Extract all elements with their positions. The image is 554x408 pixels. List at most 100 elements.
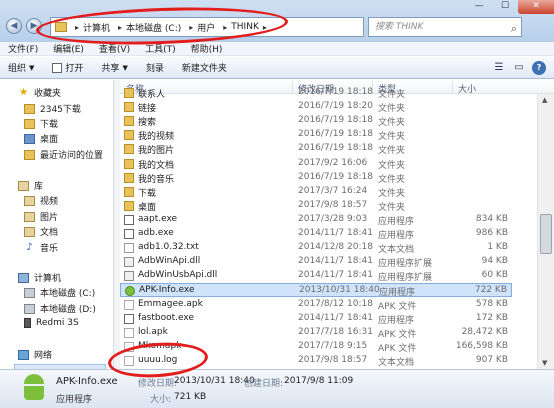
folder-icon	[55, 22, 67, 32]
file-date: 2016/7/19 18:18	[298, 87, 373, 97]
file-name: 链接	[138, 104, 157, 115]
menu-bar: 文件(F) 编辑(E) 查看(V) 工具(T) 帮助(H)	[0, 42, 554, 56]
open-button[interactable]: 打开	[52, 61, 83, 74]
file-row[interactable]: 联系人 2016/7/19 18:18 文件夹	[120, 86, 512, 100]
file-type: 应用程序	[378, 315, 415, 326]
share-button[interactable]: 共享 ▼	[101, 61, 128, 75]
file-row[interactable]: 链接 2016/7/19 18:20 文件夹	[120, 100, 512, 114]
file-date: 2016/7/19 18:18	[298, 115, 373, 126]
nav-item-recent-places[interactable]: 最近访问的位置	[24, 148, 103, 161]
file-row[interactable]: 下载 2017/3/7 16:24 文件夹	[120, 185, 512, 199]
nav-item-drive-c[interactable]: 本地磁盘 (C:)	[24, 286, 95, 299]
nav-libraries[interactable]: 库	[18, 179, 43, 192]
nav-item-desktop[interactable]: 桌面	[24, 132, 58, 145]
file-date: 2017/3/28 9:03	[298, 213, 368, 224]
file-list-scrollbar[interactable]: ▲ ▼	[537, 94, 554, 369]
nav-item-2345-downloads[interactable]: 2345下载	[24, 102, 81, 115]
file-row[interactable]: Emmagee.apk 2017/8/12 10:18 APK 文件 578 KB	[120, 298, 512, 312]
folder-icon	[124, 102, 134, 113]
file-row[interactable]: AdbWinUsbApi.dll 2014/11/7 18:41 应用程序扩展 60 …	[120, 269, 512, 283]
scroll-down-icon[interactable]: ▼	[542, 359, 547, 367]
dll-file-icon	[124, 271, 134, 282]
file-row[interactable]: 我的视频 2016/7/19 18:18 文件夹	[120, 128, 512, 142]
file-name: 我的图片	[138, 146, 175, 157]
nav-item-drive-d[interactable]: 本地磁盘 (D:)	[24, 302, 96, 315]
file-row[interactable]: adb.exe 2014/11/7 18:41 应用程序 986 KB	[120, 227, 512, 241]
maximize-button[interactable]: ☐	[492, 0, 518, 14]
title-bar: — ☐ ✕ ◀ ▶ ▸计算机 ▸本地磁盘 (C:) ▸用户 ▸THINK▸ ↻ …	[0, 0, 554, 42]
file-row[interactable]: adb1.0.32.txt 2014/12/8 20:18 文本文档 1 KB	[120, 241, 512, 255]
file-name: APK-Info.exe	[139, 285, 195, 296]
network-icon	[18, 349, 29, 360]
file-row[interactable]: AdbWinApi.dll 2014/11/7 18:41 应用程序扩展 94 KB	[120, 255, 512, 269]
application-icon	[124, 313, 134, 324]
file-size: 1 KB	[487, 242, 508, 253]
breadcrumb-think[interactable]: ▸ THINK ▸	[219, 22, 271, 32]
help-icon[interactable]: ?	[532, 61, 546, 75]
file-date: 2016/7/19 18:18	[298, 129, 373, 140]
file-row[interactable]: fastboot.exe 2014/11/7 18:41 应用程序 172 KB	[120, 312, 512, 326]
nav-item-videos[interactable]: 视频	[24, 194, 58, 207]
file-size: 60 KB	[481, 270, 508, 281]
nav-item-redmi[interactable]: Redmi 3S	[24, 318, 79, 328]
folder-icon	[124, 186, 134, 197]
nav-item-documents[interactable]: 文档	[24, 225, 58, 238]
address-bar[interactable]: ▸计算机 ▸本地磁盘 (C:) ▸用户 ▸THINK▸ ↻	[50, 17, 407, 37]
nav-item-downloads[interactable]: 下载	[24, 117, 58, 130]
breadcrumb-drive-c[interactable]: ▸ 本地磁盘 (C:)	[114, 21, 181, 34]
file-row[interactable]: 搜索 2016/7/19 18:18 文件夹	[120, 114, 512, 128]
forward-arrow-icon[interactable]: ▶	[26, 18, 42, 34]
file-name: 我的视频	[138, 132, 175, 143]
menu-edit[interactable]: 编辑(E)	[53, 42, 84, 55]
file-type: 文件夹	[378, 132, 406, 143]
menu-view[interactable]: 查看(V)	[99, 42, 130, 55]
view-options-icon[interactable]: ☰	[492, 61, 506, 75]
file-row[interactable]: uuuu.log 2017/9/8 18:57 文本文档 907 KB	[120, 354, 512, 368]
file-size: 28,472 KB	[461, 326, 508, 337]
nav-favorites[interactable]: ★ 收藏夹	[18, 86, 61, 99]
file-type: 应用程序	[379, 288, 416, 299]
file-date: 2017/7/18 16:31	[298, 326, 373, 337]
folder-icon	[124, 200, 134, 211]
file-row[interactable]: lol.apk 2017/7/18 16:31 APK 文件 28,472 KB	[120, 326, 512, 340]
menu-file[interactable]: 文件(F)	[8, 42, 38, 55]
file-name: 搜索	[138, 118, 157, 129]
breadcrumb-computer[interactable]: ▸ 计算机	[71, 21, 110, 34]
nav-network[interactable]: 网络	[18, 348, 52, 361]
file-row[interactable]: 我的文档 2017/9/2 16:06 文件夹	[120, 157, 512, 171]
file-row[interactable]: 桌面 2017/9/8 18:57 文件夹	[120, 199, 512, 213]
file-row[interactable]: aapt.exe 2017/3/28 9:03 应用程序 834 KB	[120, 213, 512, 227]
menu-help[interactable]: 帮助(H)	[191, 42, 223, 55]
android-icon	[22, 374, 46, 402]
breadcrumb-users[interactable]: ▸ 用户	[185, 21, 215, 34]
nav-computer[interactable]: 计算机	[18, 271, 61, 284]
caret-down-icon: ▼	[122, 63, 128, 72]
details-modified-label: 修改日期:	[138, 379, 178, 389]
file-row[interactable]: 我的图片 2016/7/19 18:18 文件夹	[120, 142, 512, 156]
burn-button[interactable]: 刻录	[146, 61, 164, 74]
video-library-icon	[24, 195, 35, 206]
file-type: 文件夹	[378, 146, 406, 157]
scroll-up-icon[interactable]: ▲	[542, 96, 547, 104]
nav-item-music[interactable]: ♪ 音乐	[24, 241, 58, 254]
new-folder-button[interactable]: 新建文件夹	[182, 61, 227, 74]
details-created-value: 2017/9/8 11:09	[284, 376, 354, 386]
application-icon	[124, 229, 134, 239]
menu-tools[interactable]: 工具(T)	[145, 42, 176, 55]
computer-icon	[18, 272, 29, 283]
file-row[interactable]: 我的音乐 2016/7/19 18:18 文件夹	[120, 171, 512, 185]
drive-icon	[24, 287, 35, 298]
close-button[interactable]: ✕	[518, 0, 554, 14]
organize-button[interactable]: 组织 ▼	[8, 61, 35, 75]
back-arrow-icon[interactable]: ◀	[6, 18, 22, 34]
caret-down-icon: ▼	[29, 63, 35, 72]
file-row[interactable]: Mkomapk 2017/7/18 9:15 APK 文件 166,598 KB	[120, 340, 512, 354]
preview-pane-icon[interactable]: ▭	[512, 61, 526, 75]
pictures-library-icon	[24, 211, 35, 222]
nav-item-pictures[interactable]: 图片	[24, 210, 58, 223]
search-input[interactable]: 搜索 THINK ⌕	[368, 17, 522, 37]
minimize-button[interactable]: —	[466, 0, 492, 14]
scrollbar-thumb[interactable]	[540, 214, 552, 254]
file-row[interactable]: APK-Info.exe 2013/10/31 18:40 应用程序 722 KB	[120, 283, 512, 299]
file-type: 文件夹	[378, 118, 406, 129]
